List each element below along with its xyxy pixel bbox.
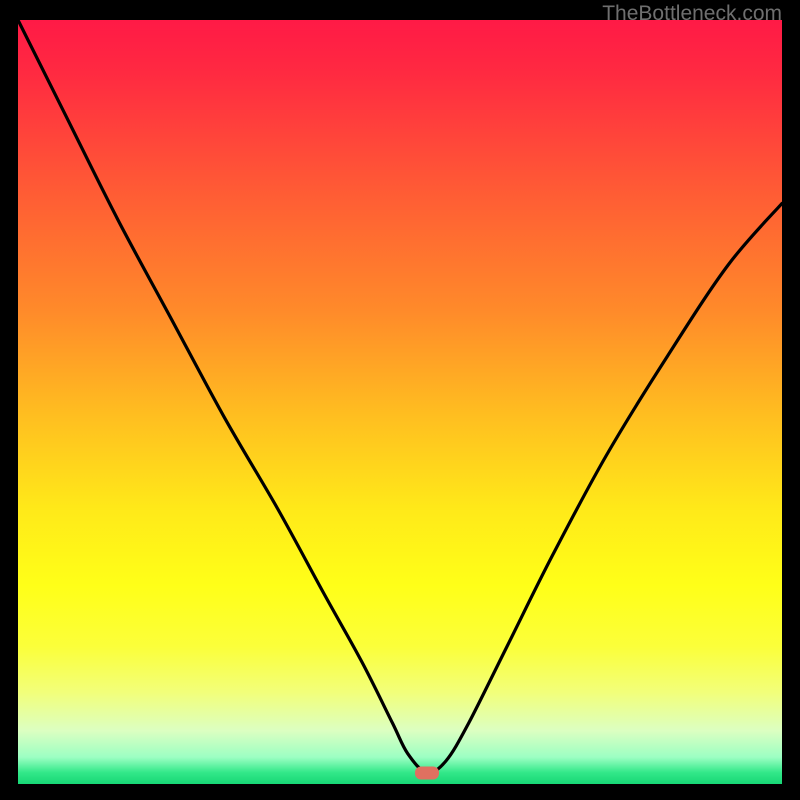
watermark-text: TheBottleneck.com [602, 2, 782, 26]
bottleneck-curve [18, 20, 782, 784]
optimum-marker [415, 766, 439, 779]
plot-area [18, 20, 782, 784]
chart-frame: TheBottleneck.com [0, 0, 800, 800]
